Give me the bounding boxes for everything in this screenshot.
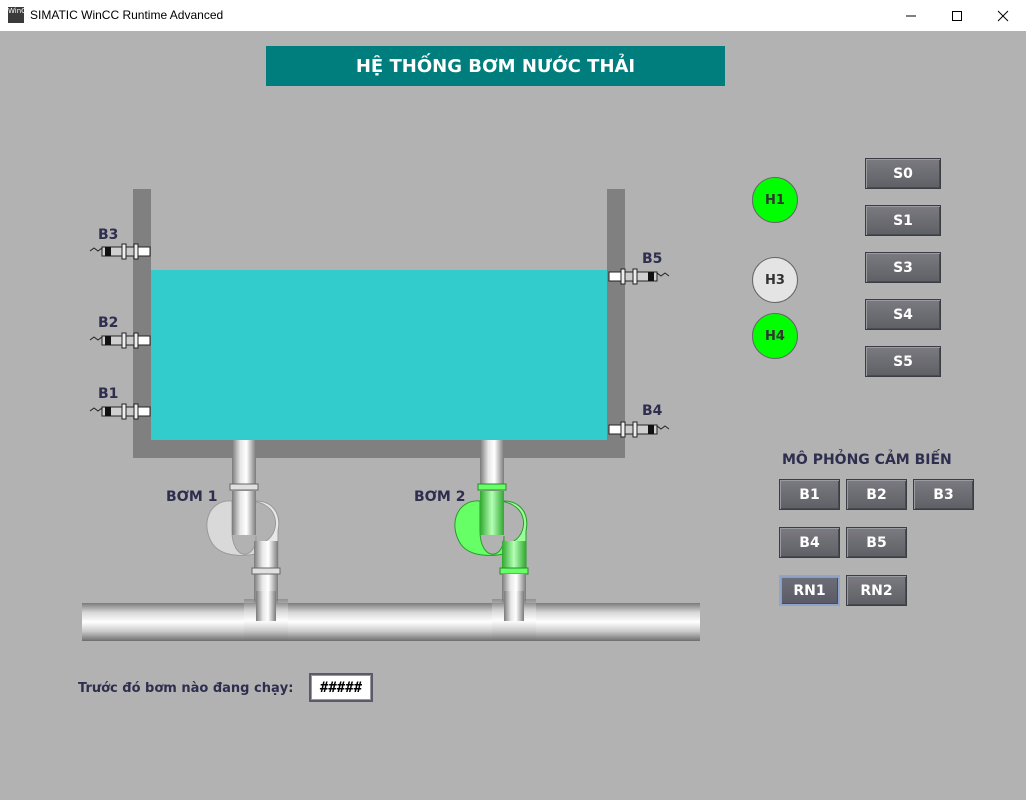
button-s1[interactable]: S1 (865, 205, 941, 236)
minimize-button[interactable] (888, 0, 934, 31)
sim-button-rn2[interactable]: RN2 (846, 575, 907, 606)
minimize-icon (906, 15, 916, 16)
close-icon (997, 10, 1009, 21)
pump-1-label: BƠM 1 (166, 489, 218, 505)
last-pump-output-field[interactable]: ##### (309, 673, 373, 702)
lamp-h1: H1 (752, 177, 798, 223)
sim-button-b3[interactable]: B3 (913, 479, 974, 510)
button-s0[interactable]: S0 (865, 158, 941, 189)
button-s4[interactable]: S4 (865, 299, 941, 330)
lamp-h4: H4 (752, 313, 798, 359)
tank-wall-right (607, 189, 625, 458)
maximize-icon (952, 10, 962, 21)
sim-button-b4[interactable]: B4 (779, 527, 840, 558)
wincc-app-icon: WinCC (8, 7, 24, 23)
sensor-label-b3: B3 (98, 227, 119, 243)
main-discharge-pipe (82, 591, 700, 641)
button-s3[interactable]: S3 (865, 252, 941, 283)
hmi-screen: HỆ THỐNG BƠM NƯỚC THẢI B3 B2 B1 B5 B4 BƠ… (0, 31, 1026, 800)
simulation-title: MÔ PHỎNG CẢM BIẾN (782, 452, 952, 468)
window-titlebar: WinCC SIMATIC WinCC Runtime Advanced (0, 0, 1026, 32)
maximize-button[interactable] (934, 0, 980, 31)
tank (133, 189, 625, 458)
sensor-label-b5: B5 (642, 251, 663, 267)
last-pump-label: Trước đó bơm nào đang chạy: (78, 681, 294, 696)
sim-button-rn1[interactable]: RN1 (779, 575, 840, 606)
tank-wall-bottom (133, 440, 625, 458)
sim-button-b1[interactable]: B1 (779, 479, 840, 510)
tank-water (151, 270, 607, 440)
lamp-h3: H3 (752, 257, 798, 303)
outlet-pipe-1 (232, 440, 256, 488)
window-title: SIMATIC WinCC Runtime Advanced (30, 8, 224, 22)
sensor-label-b1: B1 (98, 386, 119, 402)
close-button[interactable] (980, 0, 1026, 31)
pump-2-label: BƠM 2 (414, 489, 466, 505)
sensor-label-b2: B2 (98, 315, 119, 331)
sim-button-b2[interactable]: B2 (846, 479, 907, 510)
sim-button-b5[interactable]: B5 (846, 527, 907, 558)
button-s5[interactable]: S5 (865, 346, 941, 377)
process-diagram (82, 189, 700, 641)
sensor-label-b4: B4 (642, 403, 663, 419)
outlet-pipe-2 (480, 440, 504, 488)
